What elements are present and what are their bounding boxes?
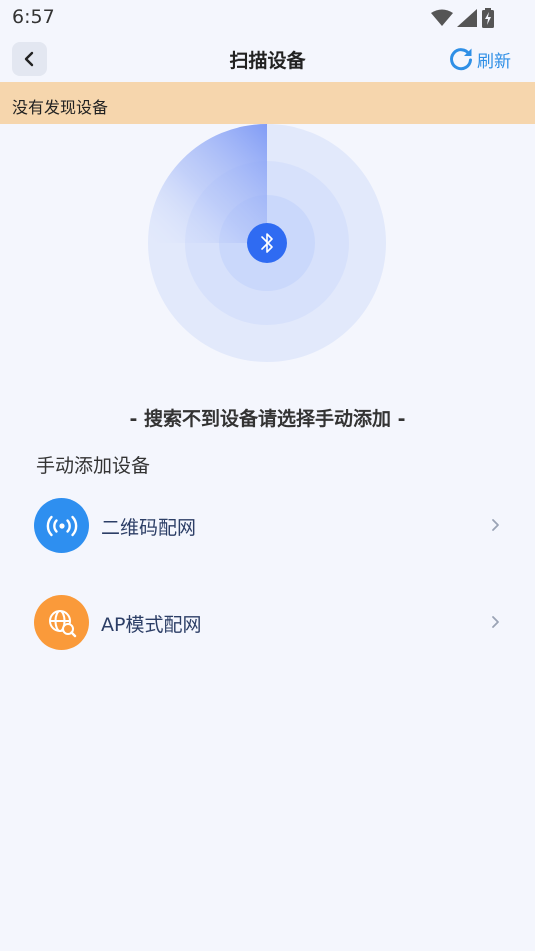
nav-bar: 扫描设备 刷新	[0, 36, 535, 82]
refresh-icon	[450, 48, 472, 71]
status-icons	[431, 8, 495, 28]
broadcast-signal-icon	[34, 498, 89, 553]
refresh-button[interactable]: 刷新	[448, 46, 511, 72]
banner-text: 没有发现设备	[12, 98, 109, 117]
globe-search-icon	[34, 595, 89, 650]
status-bar: 6:57	[0, 0, 535, 36]
wifi-icon	[431, 9, 453, 26]
chevron-right-icon	[492, 519, 499, 531]
status-time: 6:57	[12, 6, 55, 28]
list-item-ap-config[interactable]: AP模式配网	[0, 595, 535, 655]
section-title: 手动添加设备	[36, 455, 151, 477]
scan-radar	[148, 124, 386, 362]
list-item-qr-config[interactable]: 二维码配网	[0, 498, 535, 558]
status-banner: 没有发现设备	[0, 82, 535, 124]
bluetooth-icon	[247, 223, 287, 263]
scan-hint: - 搜索不到设备请选择手动添加 -	[129, 408, 406, 430]
item-label: 二维码配网	[101, 517, 197, 539]
battery-charging-icon	[482, 8, 494, 28]
refresh-label: 刷新	[477, 51, 511, 72]
chevron-right-icon	[492, 616, 499, 628]
cellular-signal-icon	[457, 9, 477, 27]
item-label: AP模式配网	[101, 614, 202, 636]
